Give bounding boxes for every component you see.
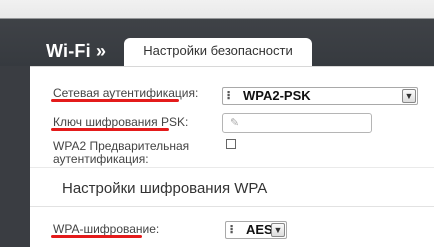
chevron-down-icon[interactable]: ▼ [402,89,416,103]
network-auth-select[interactable]: ▪ ▪ ▪ WPA2-PSK ▼ [222,87,418,105]
pencil-icon: ✎ [230,117,240,129]
psk-key-input[interactable]: ✎ [222,113,372,133]
divider [30,167,434,168]
network-auth-label: Сетевая аутентификация: [53,86,199,100]
annotation-underline [51,99,179,102]
wpa-encryption-select[interactable]: ▪ ▪ ▪ AES ▼ [225,221,287,239]
wpa2-preauth-checkbox[interactable] [226,139,236,149]
chevron-down-icon[interactable]: ▼ [271,223,285,237]
psk-key-label: Ключ шифрования PSK: [53,115,189,129]
network-auth-value: WPA2-PSK [243,88,311,103]
divider [30,206,434,207]
wpa-encryption-label: WPA-шифрование: [53,222,160,236]
wpa2-preauth-label-line1: WPA2 Предварительная [53,139,190,153]
list-icon: ▪ ▪ ▪ [230,221,234,237]
section-title: Wi-Fi » [46,41,107,61]
annotation-underline [51,128,169,131]
wpa-encryption-value: AES [246,222,273,237]
list-icon: ▪ ▪ ▪ [227,87,231,103]
wpa2-preauth-label-line2: аутентификация: [53,152,149,166]
tab-security-settings[interactable]: Настройки безопасности [124,38,312,66]
settings-panel: Сетевая аутентификация: ▪ ▪ ▪ WPA2-PSK ▼ К… [30,66,434,247]
annotation-underline [51,235,142,238]
wpa-section-title: Настройки шифрования WPA [62,180,268,197]
